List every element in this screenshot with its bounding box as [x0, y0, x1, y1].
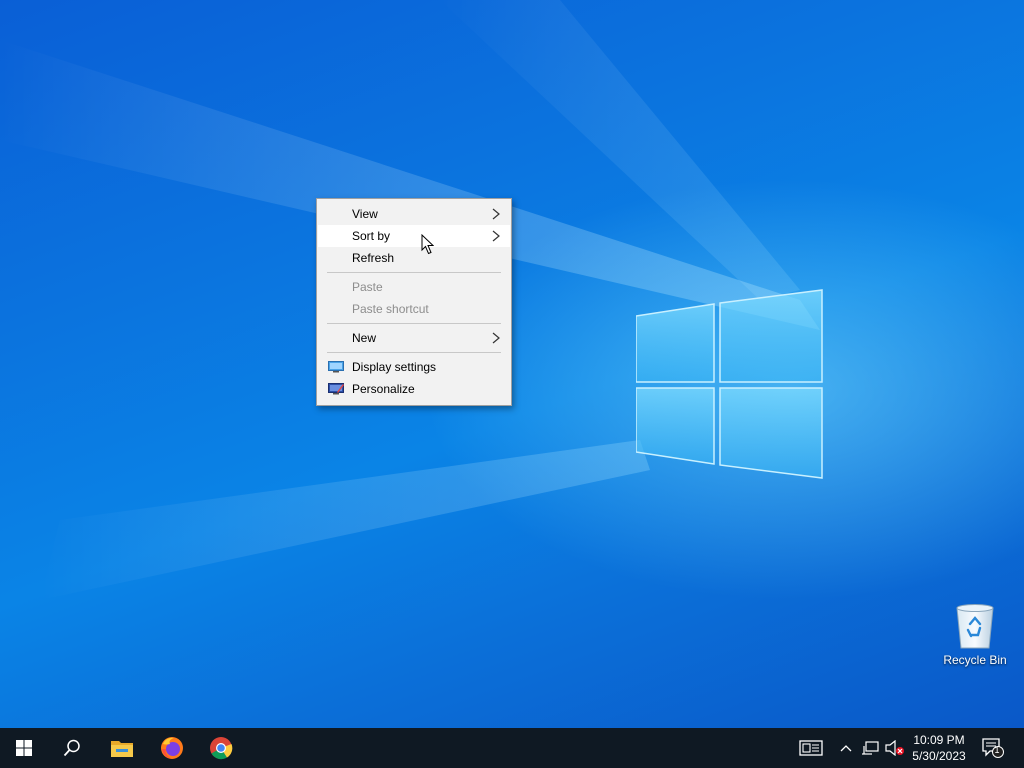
- recycle-bin-icon: [956, 604, 994, 649]
- menu-item-label: New: [352, 331, 377, 345]
- search-icon: [63, 739, 80, 757]
- chevron-right-icon: [492, 332, 500, 344]
- folder-icon: [111, 741, 133, 757]
- volume-muted-icon: [885, 740, 904, 756]
- personalize-icon: [328, 383, 344, 395]
- display-icon: [328, 361, 344, 373]
- menu-item-display-settings[interactable]: Display settings: [318, 356, 510, 378]
- chrome-button[interactable]: [197, 728, 245, 768]
- windows-logo-icon: [16, 740, 32, 756]
- network-status-button[interactable]: [859, 728, 881, 768]
- recycle-bin-shortcut[interactable]: Recycle Bin: [940, 600, 1010, 672]
- desktop[interactable]: View Sort by Refresh Paste Paste shortcu…: [0, 0, 1024, 728]
- desktop-context-menu: View Sort by Refresh Paste Paste shortcu…: [316, 198, 512, 406]
- clock-time: 10:09 PM: [913, 733, 965, 747]
- menu-item-label: View: [352, 207, 378, 221]
- menu-item-label: Refresh: [352, 251, 395, 265]
- volume-button[interactable]: [883, 728, 907, 768]
- file-explorer-button[interactable]: [98, 728, 146, 768]
- start-button[interactable]: [0, 728, 48, 768]
- menu-item-label: Paste: [352, 280, 383, 294]
- network-icon: [862, 741, 879, 755]
- chevron-up-icon: [840, 745, 852, 752]
- menu-item-refresh[interactable]: Refresh: [318, 247, 510, 269]
- clock[interactable]: 10:09 PM 5/30/2023: [908, 732, 970, 764]
- menu-item-label: Display settings: [352, 360, 437, 374]
- firefox-icon: [161, 737, 183, 759]
- mouse-cursor-icon: [421, 234, 434, 255]
- menu-item-label: Personalize: [352, 382, 415, 396]
- menu-item-view[interactable]: View: [318, 203, 510, 225]
- action-center-button[interactable]: 1: [978, 728, 1008, 768]
- clock-date: 5/30/2023: [912, 749, 966, 763]
- menu-item-sort-by[interactable]: Sort by: [318, 225, 510, 247]
- notification-count-badge: 1: [994, 745, 1000, 755]
- menu-item-label: Paste shortcut: [352, 302, 429, 316]
- menu-item-paste[interactable]: Paste: [318, 276, 510, 298]
- menu-separator: [327, 352, 501, 353]
- chevron-right-icon: [492, 230, 500, 242]
- show-hidden-icons-button[interactable]: [836, 728, 856, 768]
- chrome-icon: [210, 737, 233, 760]
- menu-item-new[interactable]: New: [318, 327, 510, 349]
- wallpaper-light-beams: [0, 0, 820, 600]
- menu-separator: [327, 272, 501, 273]
- news-icon: [799, 740, 823, 756]
- wallpaper-windows-logo: [636, 289, 823, 479]
- menu-separator: [327, 323, 501, 324]
- recycle-bin-label: Recycle Bin: [943, 653, 1007, 667]
- menu-item-label: Sort by: [352, 229, 391, 243]
- search-button[interactable]: [48, 728, 96, 768]
- firefox-button[interactable]: [148, 728, 196, 768]
- menu-item-paste-shortcut[interactable]: Paste shortcut: [318, 298, 510, 320]
- taskbar: 10:09 PM 5/30/2023 1: [0, 728, 1024, 768]
- news-and-interests-button[interactable]: [795, 728, 827, 768]
- chevron-right-icon: [492, 208, 500, 220]
- menu-item-personalize[interactable]: Personalize: [318, 378, 510, 400]
